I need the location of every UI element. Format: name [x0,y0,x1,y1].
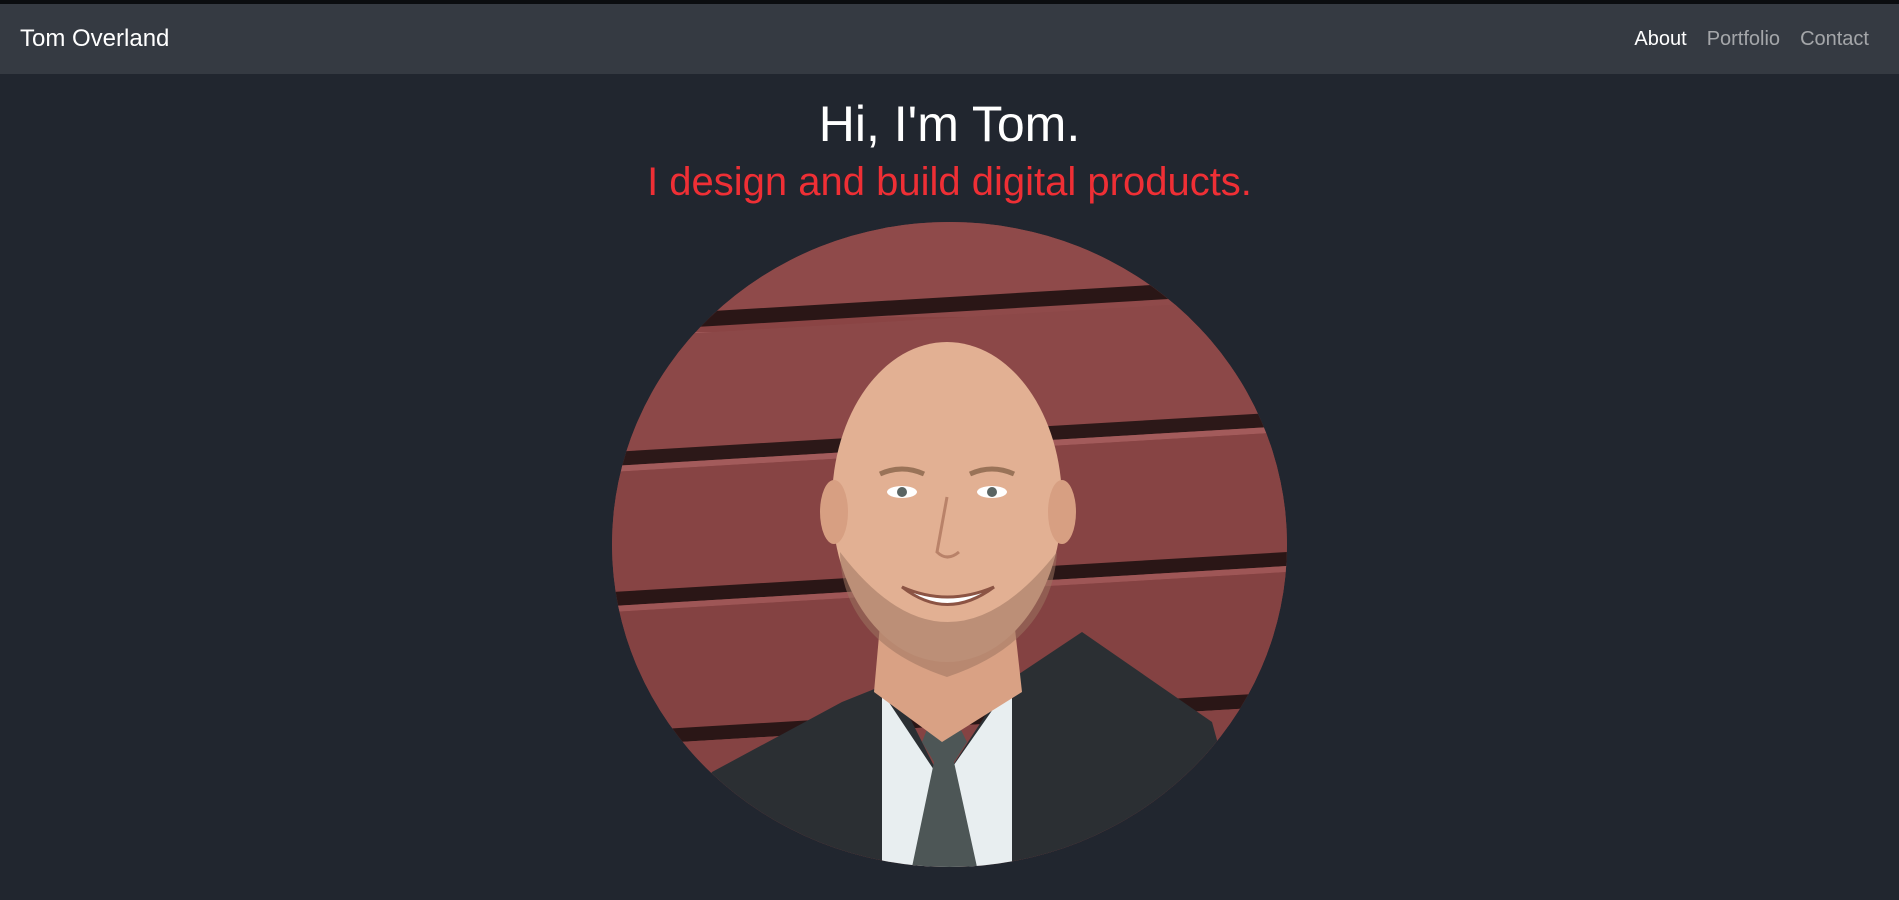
navbar: Tom Overland About Portfolio Contact [0,4,1899,74]
nav-links: About Portfolio Contact [1634,28,1879,51]
hero-section: Hi, I'm Tom. I design and build digital … [0,74,1899,206]
brand-link[interactable]: Tom Overland [20,25,169,53]
nav-link-contact[interactable]: Contact [1800,28,1869,51]
nav-link-about[interactable]: About [1634,28,1686,51]
hero-subtitle: I design and build digital products. [647,160,1252,204]
profile-photo [612,222,1287,867]
hero-title: Hi, I'm Tom. [818,96,1081,152]
nav-link-portfolio[interactable]: Portfolio [1707,28,1780,51]
